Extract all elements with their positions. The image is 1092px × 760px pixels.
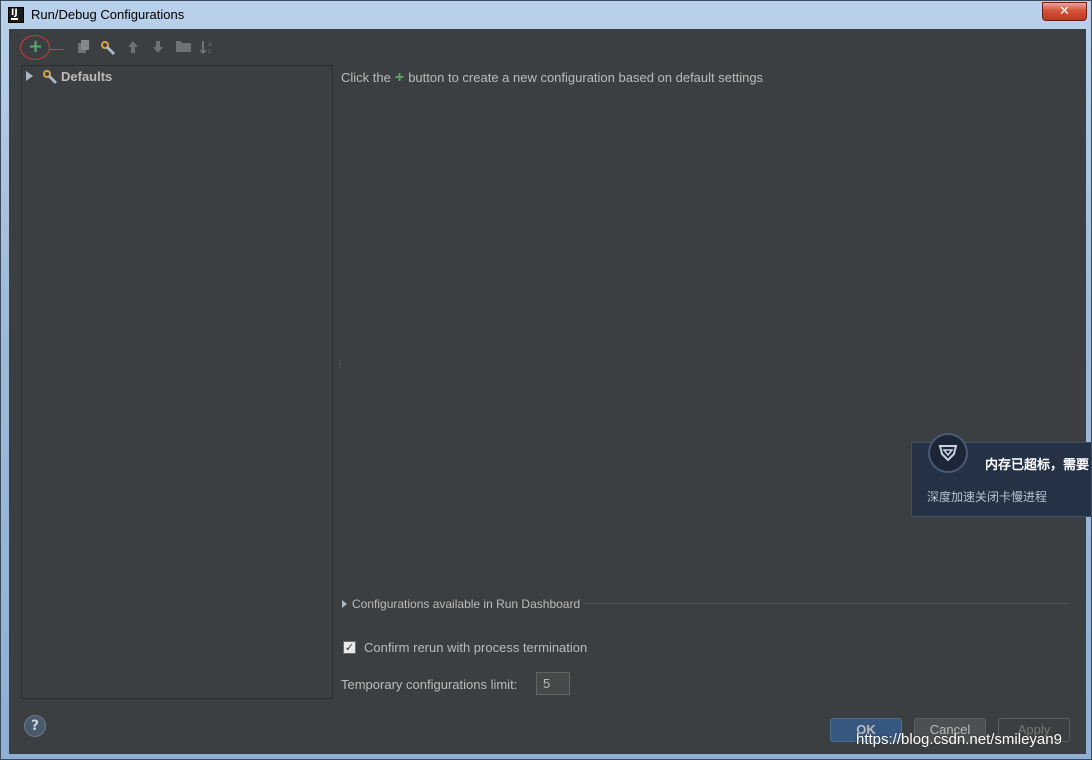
section-divider	[583, 603, 1069, 604]
configurations-toolbar: + az	[9, 29, 1086, 65]
dialog-content: + az Defaults ⋮ Click the + button to cr…	[9, 29, 1086, 754]
move-up-icon[interactable]	[125, 40, 141, 56]
shield-icon	[928, 433, 968, 473]
run-dashboard-label[interactable]: Configurations available in Run Dashboar…	[352, 597, 580, 611]
csdn-watermark: https://blog.csdn.net/smileyan9	[856, 731, 1062, 748]
hint-text-after: button to create a new configuration bas…	[408, 70, 764, 85]
dialog-window: IJ Run/Debug Configurations ✕ + a z Defa…	[0, 0, 1092, 760]
popup-subtitle: 深度加速关闭卡慢进程	[927, 490, 1048, 504]
confirm-rerun-label[interactable]: Confirm rerun with process termination	[364, 640, 587, 655]
close-button[interactable]: ✕	[1042, 2, 1087, 21]
hint-text-before: Click the	[341, 70, 391, 85]
add-configuration-button[interactable]: +	[20, 35, 50, 60]
window-title: Run/Debug Configurations	[31, 7, 185, 22]
configurations-tree[interactable]: Defaults	[21, 65, 333, 699]
title-bar[interactable]: IJ Run/Debug Configurations ✕	[1, 1, 1092, 29]
highlight-arrow-line	[50, 49, 64, 50]
svg-text:a: a	[208, 41, 212, 48]
add-icon: +	[28, 36, 44, 57]
svg-text:z: z	[208, 48, 211, 54]
tree-item-defaults[interactable]: Defaults	[22, 68, 332, 86]
run-dashboard-section[interactable]: Configurations available in Run Dashboar…	[341, 596, 1069, 612]
collapse-arrow-icon[interactable]	[342, 600, 347, 608]
folder-icon[interactable]	[175, 40, 191, 56]
temp-limit-label: Temporary configurations limit:	[341, 677, 518, 692]
tree-item-label: Defaults	[61, 69, 113, 84]
temp-limit-input[interactable]: 5	[536, 672, 570, 695]
expand-arrow-icon[interactable]	[26, 71, 33, 81]
intellij-app-icon: IJ	[8, 7, 24, 23]
copy-icon[interactable]	[76, 40, 92, 56]
panel-splitter-handle[interactable]: ⋮	[335, 360, 345, 375]
sort-icon[interactable]: az	[199, 40, 216, 56]
confirm-rerun-checkbox[interactable]: ✓	[343, 641, 356, 654]
edit-defaults-icon[interactable]	[100, 40, 116, 56]
empty-state-hint: Click the + button to create a new configu…	[341, 69, 763, 87]
popup-title: 内存已超标，需要	[985, 458, 1090, 473]
move-down-icon[interactable]	[150, 40, 166, 56]
defaults-wrench-icon	[42, 69, 58, 85]
memory-warning-popup[interactable]: 内存已超标，需要 深度加速关闭卡慢进程	[911, 433, 1092, 517]
hint-plus-icon: +	[394, 69, 405, 86]
help-button[interactable]: ?	[24, 715, 46, 737]
